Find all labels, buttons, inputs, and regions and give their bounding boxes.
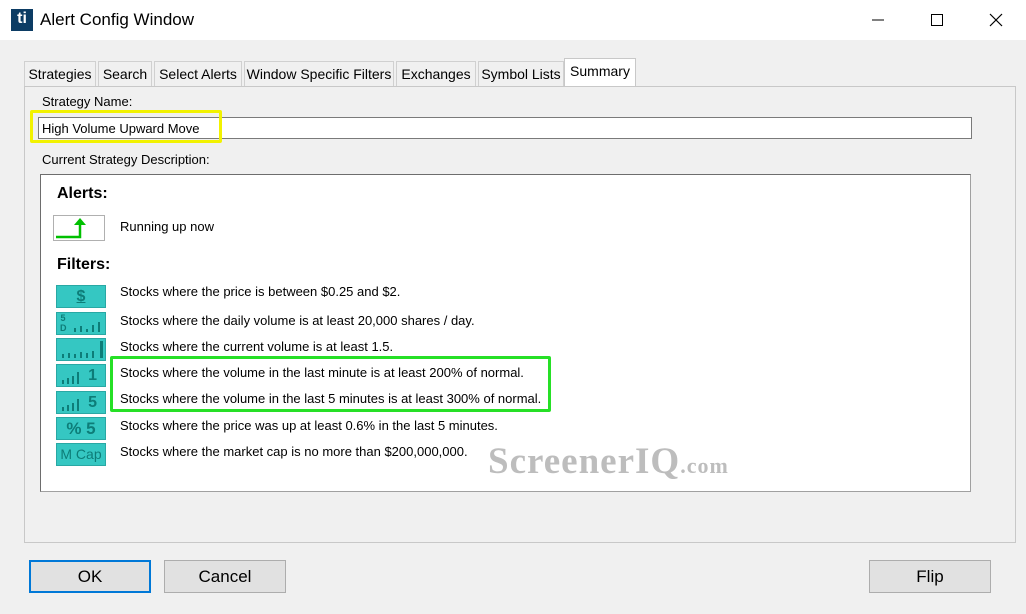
window-title: Alert Config Window (40, 10, 195, 29)
price-filter-icon: $ (56, 285, 106, 308)
filter-item: Stocks where the market cap is no more t… (120, 444, 468, 459)
flip-button[interactable]: Flip (869, 560, 991, 593)
cancel-button[interactable]: Cancel (164, 560, 286, 593)
app-icon: ti (11, 9, 33, 31)
watermark: ScreenerIQ.com (488, 440, 729, 483)
filter-item: Stocks where the price is between $0.25 … (120, 284, 401, 299)
strategy-name-label: Strategy Name: (42, 94, 133, 109)
watermark-main: ScreenerIQ (488, 441, 681, 482)
filters-heading: Filters: (57, 256, 111, 273)
current-volume-filter-icon (56, 338, 106, 361)
filter-item: Stocks where the price was up at least 0… (120, 418, 498, 433)
minimize-icon (872, 19, 884, 21)
highlight-strategy-name (30, 110, 222, 143)
title-bar: ti Alert Config Window (0, 0, 1026, 40)
highlight-volume-filters (110, 356, 551, 412)
running-up-icon (53, 215, 105, 241)
price-change-filter-icon: % 5 (56, 417, 106, 440)
market-cap-filter-icon: M Cap (56, 443, 106, 466)
tab-search[interactable]: Search (98, 61, 152, 86)
maximize-button[interactable] (908, 0, 966, 40)
daily-volume-filter-icon: 5 D (56, 312, 106, 335)
tab-select-alerts[interactable]: Select Alerts (154, 61, 242, 86)
close-icon (989, 13, 1003, 27)
tab-symbol-lists[interactable]: Symbol Lists (478, 61, 564, 86)
watermark-suffix: .com (680, 453, 729, 478)
volume-5min-filter-icon: 5 (56, 391, 106, 414)
maximize-icon (931, 14, 943, 26)
ok-button[interactable]: OK (29, 560, 151, 593)
volume-1min-icon-text: 1 (88, 367, 97, 384)
tab-exchanges[interactable]: Exchanges (396, 61, 476, 86)
tab-summary[interactable]: Summary (564, 58, 636, 87)
close-button[interactable] (967, 0, 1025, 40)
minimize-button[interactable] (849, 0, 907, 40)
price-filter-icon-text: $ (76, 288, 86, 305)
tab-window-specific-filters[interactable]: Window Specific Filters (244, 61, 394, 86)
filter-item: Stocks where the current volume is at le… (120, 339, 394, 354)
alerts-heading: Alerts: (57, 185, 108, 202)
volume-1min-filter-icon: 1 (56, 364, 106, 387)
description-label: Current Strategy Description: (42, 152, 210, 167)
filter-item: Stocks where the daily volume is at leas… (120, 313, 475, 328)
tab-strategies[interactable]: Strategies (24, 61, 96, 86)
alert-item: Running up now (120, 219, 214, 234)
volume-5min-icon-text: 5 (88, 394, 97, 411)
